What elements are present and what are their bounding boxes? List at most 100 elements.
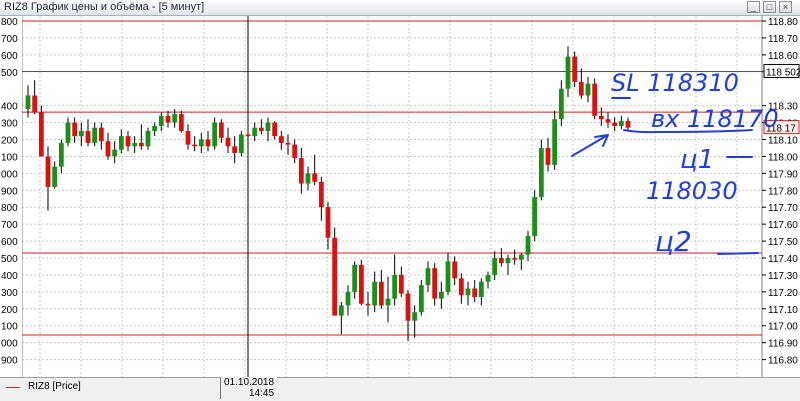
candle-body-down xyxy=(325,207,331,238)
legend-series-swatch xyxy=(6,387,20,388)
candle-body-up xyxy=(412,312,418,321)
candle-body-up xyxy=(478,281,484,297)
left-tick-label: 100 xyxy=(1,322,18,333)
candle-body-down xyxy=(612,122,618,126)
annotation-target1-price: 118030 xyxy=(646,177,738,205)
candle-body-down xyxy=(245,134,251,137)
left-tick-label: 400 xyxy=(1,271,18,282)
candle-body-down xyxy=(225,137,231,147)
price-chart[interactable]: 800 700 600 500 400 300 200 100 000 900 800 700 600 5… xyxy=(0,16,800,377)
candle-body-down xyxy=(312,173,318,182)
candle[interactable] xyxy=(358,259,364,306)
candle-body-up xyxy=(158,115,164,126)
left-tick-label: 500 xyxy=(1,68,18,79)
candle-body-up xyxy=(438,291,444,299)
candle-body-down xyxy=(185,131,191,145)
candle-body-up xyxy=(145,131,151,147)
candle-body-down xyxy=(138,142,144,147)
candle-body-up xyxy=(558,88,564,120)
candle-body-down xyxy=(285,142,291,145)
candle-body-up xyxy=(505,258,511,264)
candle[interactable] xyxy=(552,110,558,170)
candle-body-up xyxy=(565,56,571,89)
candle-body-up xyxy=(52,166,58,187)
left-tick-label: 500 xyxy=(1,254,18,265)
right-tick-label: 117.60 xyxy=(768,220,798,231)
candle-body-down xyxy=(472,288,478,297)
cursor-date: 01.10.2018 xyxy=(224,377,275,388)
candle-body-up xyxy=(265,122,271,132)
candle-body-up xyxy=(485,274,491,282)
right-tick-label: 117.00 xyxy=(768,322,798,333)
legend-series-label[interactable]: RIZ8 [Price] xyxy=(28,381,81,392)
left-tick-label: 200 xyxy=(1,305,18,316)
candle-body-down xyxy=(272,122,278,137)
candle-body-down xyxy=(625,120,631,128)
candle-body-down xyxy=(292,144,298,159)
right-tick-label: 118.70 xyxy=(768,34,798,45)
candle[interactable] xyxy=(38,105,44,157)
candle-body-up xyxy=(425,268,431,286)
left-tick-label: 300 xyxy=(1,119,18,130)
candle-body-up xyxy=(172,114,178,123)
right-tick-label: 117.90 xyxy=(768,169,798,180)
right-tick-label: 117.10 xyxy=(768,305,798,316)
price-tag-label: 118 502 xyxy=(766,67,800,78)
candle-body-up xyxy=(385,298,391,306)
minimize-button[interactable]: _ xyxy=(747,1,760,13)
left-price-axis: 800 700 600 500 400 300 200 100 000 900 800 700 600 5… xyxy=(0,16,22,377)
candle-body-up xyxy=(345,291,351,306)
candle-body-up xyxy=(198,139,204,147)
candle-body-down xyxy=(405,293,411,321)
maximize-button[interactable]: □ xyxy=(763,1,776,13)
candle[interactable] xyxy=(572,51,578,88)
candle-body-down xyxy=(218,122,224,138)
candle-body-down xyxy=(192,144,198,147)
candle-body-down xyxy=(458,278,464,296)
title-bar[interactable]: RIZ8 График цены и объёма - [5 минут] _ … xyxy=(0,0,800,16)
left-tick-label: 600 xyxy=(1,237,18,248)
candle-body-down xyxy=(38,112,44,157)
candle-body-up xyxy=(152,125,158,132)
candle[interactable] xyxy=(532,190,538,242)
right-tick-label: 117.20 xyxy=(768,288,798,299)
candle-body-down xyxy=(498,258,504,264)
close-button[interactable]: × xyxy=(779,1,792,13)
candle-body-down xyxy=(378,281,384,306)
right-tick-label: 117.80 xyxy=(768,186,798,197)
cursor-time: 14:45 xyxy=(249,388,275,399)
right-tick-label: 117.30 xyxy=(768,271,798,282)
right-tick-label: 118.80 xyxy=(768,17,798,28)
left-tick-label: 800 xyxy=(1,203,18,214)
left-tick-label: 700 xyxy=(1,220,18,231)
candle-body-up xyxy=(132,142,138,147)
right-tick-label: 117.70 xyxy=(768,203,798,214)
left-tick-label: 400 xyxy=(1,102,18,113)
candle[interactable] xyxy=(538,139,544,201)
candle[interactable] xyxy=(418,280,424,316)
right-tick-label: 117.50 xyxy=(768,237,798,248)
left-tick-label: 600 xyxy=(1,51,18,62)
cursor-time-label: 01.10.2018 14:45 xyxy=(220,377,277,399)
candle-body-down xyxy=(432,268,438,299)
candle-body-down xyxy=(398,274,404,294)
candle[interactable] xyxy=(238,131,244,157)
left-tick-label: 300 xyxy=(1,288,18,299)
annotation-target2: ц2 xyxy=(655,225,692,258)
candle-body-down xyxy=(105,141,111,157)
left-tick-label: 000 xyxy=(1,339,18,350)
candle-body-down xyxy=(512,258,518,260)
candle-body-down xyxy=(452,261,458,279)
left-tick-label: 000 xyxy=(1,169,18,180)
candle-body-up xyxy=(372,281,378,306)
annotation-target2-dash xyxy=(717,252,759,255)
candle-body-down xyxy=(98,127,104,142)
candle[interactable] xyxy=(592,78,598,120)
right-tick-label: 116.90 xyxy=(768,339,798,350)
candle-body-down xyxy=(205,139,211,147)
candle-body-down xyxy=(72,122,78,137)
candle-body-down xyxy=(178,114,184,132)
candle[interactable] xyxy=(332,227,338,316)
candle-body-down xyxy=(578,81,584,96)
right-tick-label: 118.00 xyxy=(768,152,798,163)
